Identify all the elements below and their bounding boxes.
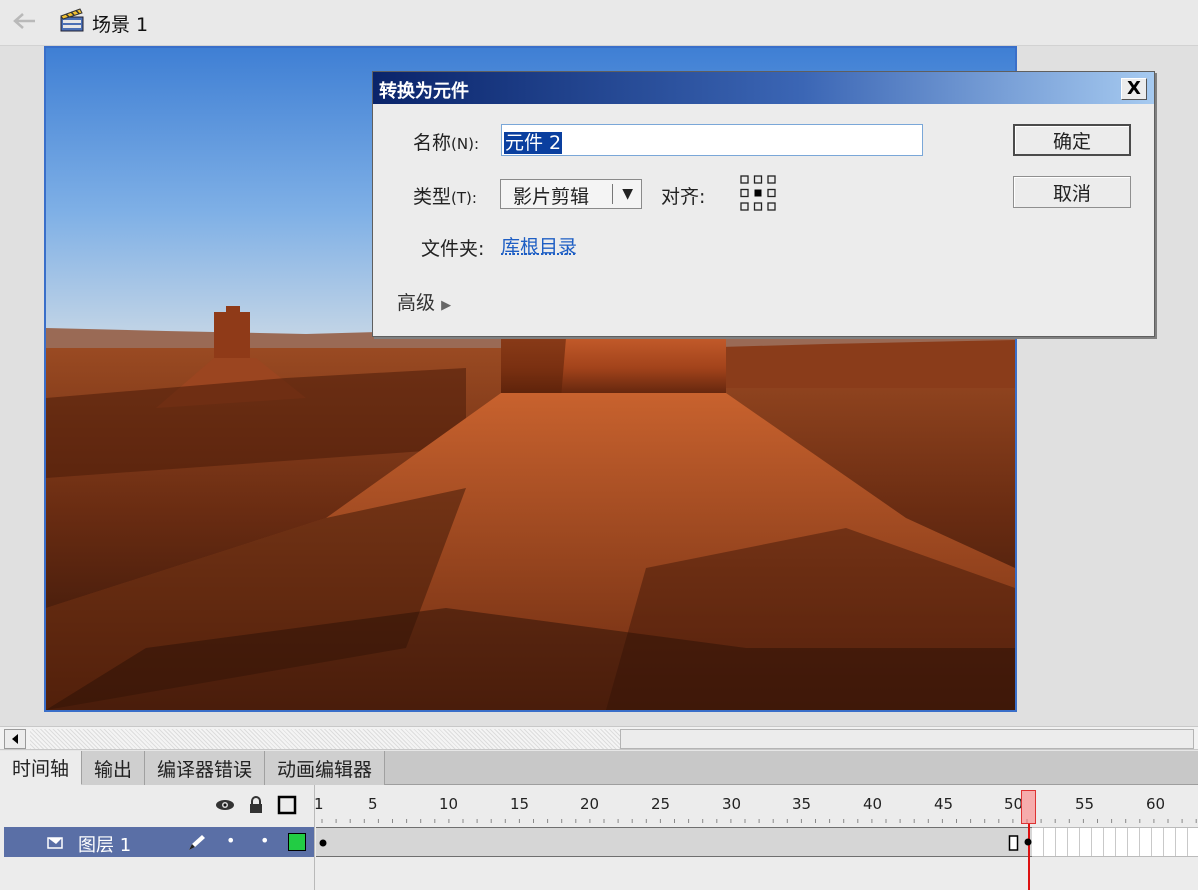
convert-to-symbol-dialog: 转换为元件 X 名称(N): 元件 2 类型(T): 影片剪辑 ▼ 对齐: 文件…: [372, 71, 1155, 337]
scrollbar-thumb[interactable]: [620, 729, 1194, 749]
end-frame-icon[interactable]: [1008, 834, 1020, 852]
tab-timeline[interactable]: 时间轴: [0, 751, 83, 785]
advanced-label: 高级: [397, 292, 436, 314]
type-label-text: 类型: [413, 186, 452, 208]
dialog-titlebar[interactable]: 转换为元件 X: [373, 72, 1154, 104]
tab-output[interactable]: 输出: [82, 751, 146, 785]
keyframe-start-icon[interactable]: [318, 838, 328, 848]
type-shortcut: (T):: [451, 189, 477, 207]
close-icon: X: [1127, 78, 1141, 99]
ruler-label: 35: [792, 795, 812, 813]
layer-type-icon: [47, 837, 63, 849]
scrollbar-track[interactable]: [30, 729, 620, 749]
ruler-label: 40: [863, 795, 883, 813]
ruler-label: 60: [1146, 795, 1166, 813]
dropdown-arrow-icon: ▼: [622, 186, 633, 202]
scroll-left-button[interactable]: [4, 729, 26, 749]
type-label: 类型(T):: [413, 182, 477, 209]
layer-name[interactable]: 图层 1: [78, 831, 131, 857]
symbol-type-value: 影片剪辑: [513, 186, 590, 208]
layer-outline-color-swatch[interactable]: [288, 833, 306, 851]
outline-square-icon[interactable]: [277, 795, 297, 815]
folder-label: 文件夹:: [421, 238, 485, 260]
arrow-left-icon: [12, 734, 18, 744]
edit-bar: 场景 1: [0, 0, 1198, 46]
tab-compiler-errors[interactable]: 编译器错误: [145, 751, 266, 785]
symbol-name-value: 元件 2: [504, 132, 563, 154]
playhead-line: [1028, 824, 1030, 890]
ruler-label: 20: [580, 795, 600, 813]
keyframe-current-icon[interactable]: [1023, 837, 1033, 847]
panel-tabs: 时间轴 输出 编译器错误 动画编辑器: [0, 751, 1198, 785]
playhead-marker[interactable]: [1021, 790, 1036, 824]
timeline-panel: 1 5 10 15 20 25 30 35 40 45 50 55 60 图层 …: [0, 785, 1198, 890]
select-separator: [612, 184, 613, 204]
ruler-label: 55: [1075, 795, 1095, 813]
back-arrow-icon[interactable]: [12, 11, 38, 31]
pencil-icon: [189, 835, 205, 850]
layer-toggle-icons: [215, 795, 297, 815]
empty-frames[interactable]: [1032, 827, 1198, 857]
ruler-label: 30: [722, 795, 742, 813]
name-shortcut: (N):: [451, 135, 479, 153]
ruler-label: 45: [934, 795, 954, 813]
layer-visible-dot-icon[interactable]: •: [226, 831, 235, 850]
align-label: 对齐:: [661, 186, 706, 208]
cancel-button[interactable]: 取消: [1013, 176, 1131, 208]
ruler-label: 5: [368, 795, 378, 813]
name-label-text: 名称: [413, 132, 452, 154]
lock-icon[interactable]: [247, 796, 265, 814]
tab-motion-editor[interactable]: 动画编辑器: [265, 751, 386, 785]
ruler-label: 25: [651, 795, 671, 813]
scene-label[interactable]: 场景 1: [92, 10, 148, 37]
frame-ruler[interactable]: 1 5 10 15 20 25 30 35 40 45 50 55 60: [314, 785, 1198, 827]
advanced-toggle[interactable]: 高级 ▶: [397, 288, 451, 315]
eye-icon[interactable]: [215, 798, 235, 812]
layer-lock-dot-icon[interactable]: •: [260, 831, 269, 850]
timeline-header: 1 5 10 15 20 25 30 35 40 45 50 55 60: [0, 785, 1198, 827]
close-button[interactable]: X: [1121, 78, 1147, 100]
stage-horizontal-scrollbar[interactable]: [0, 726, 1198, 750]
ruler-label: 10: [439, 795, 459, 813]
ruler-label: 15: [510, 795, 530, 813]
dialog-title: 转换为元件: [379, 81, 469, 102]
triangle-right-icon: ▶: [437, 298, 452, 313]
symbol-type-select[interactable]: 影片剪辑 ▼: [500, 179, 642, 209]
name-label: 名称(N):: [413, 128, 479, 155]
symbol-name-input[interactable]: 元件 2: [501, 124, 923, 156]
scene-clapperboard-icon: [60, 8, 84, 32]
ok-button[interactable]: 确定: [1013, 124, 1131, 156]
ruler-label: 1: [314, 795, 324, 813]
folder-link[interactable]: 库根目录: [501, 232, 577, 259]
timeline-divider[interactable]: [314, 785, 315, 890]
registration-grid-icon[interactable]: [739, 174, 777, 212]
layer-row[interactable]: 图层 1 • •: [4, 827, 314, 857]
